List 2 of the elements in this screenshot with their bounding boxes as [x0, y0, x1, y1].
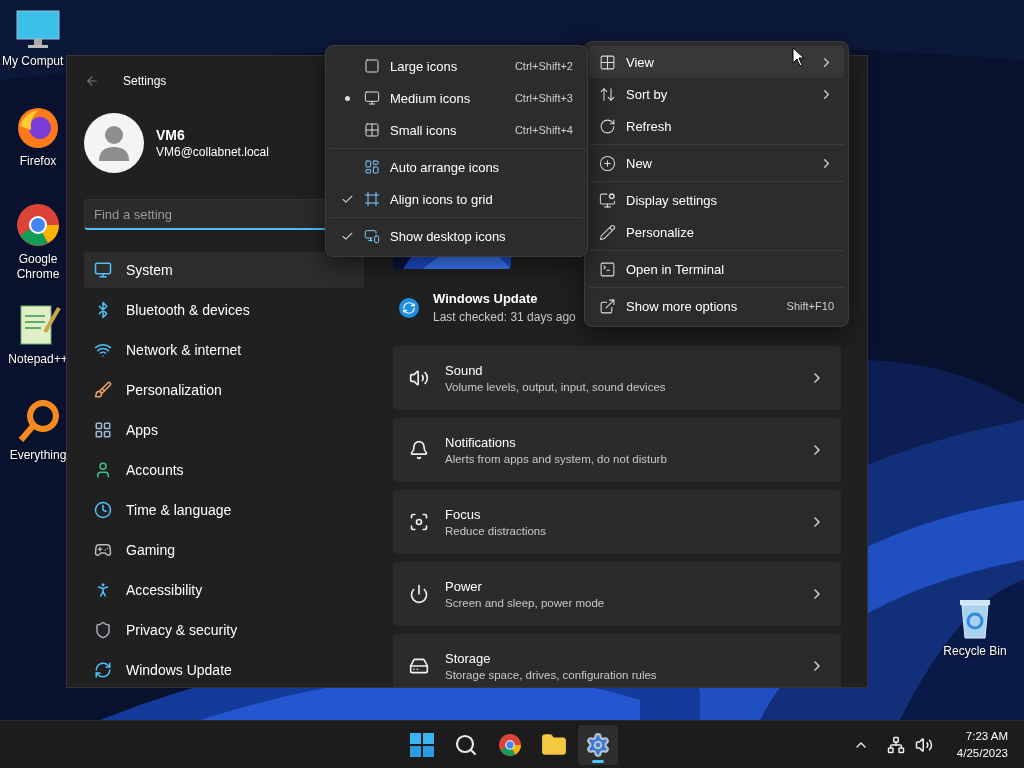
- clock-time[interactable]: 7:23 AM: [965, 727, 1008, 745]
- clock-date[interactable]: 4/25/2023: [956, 744, 1008, 762]
